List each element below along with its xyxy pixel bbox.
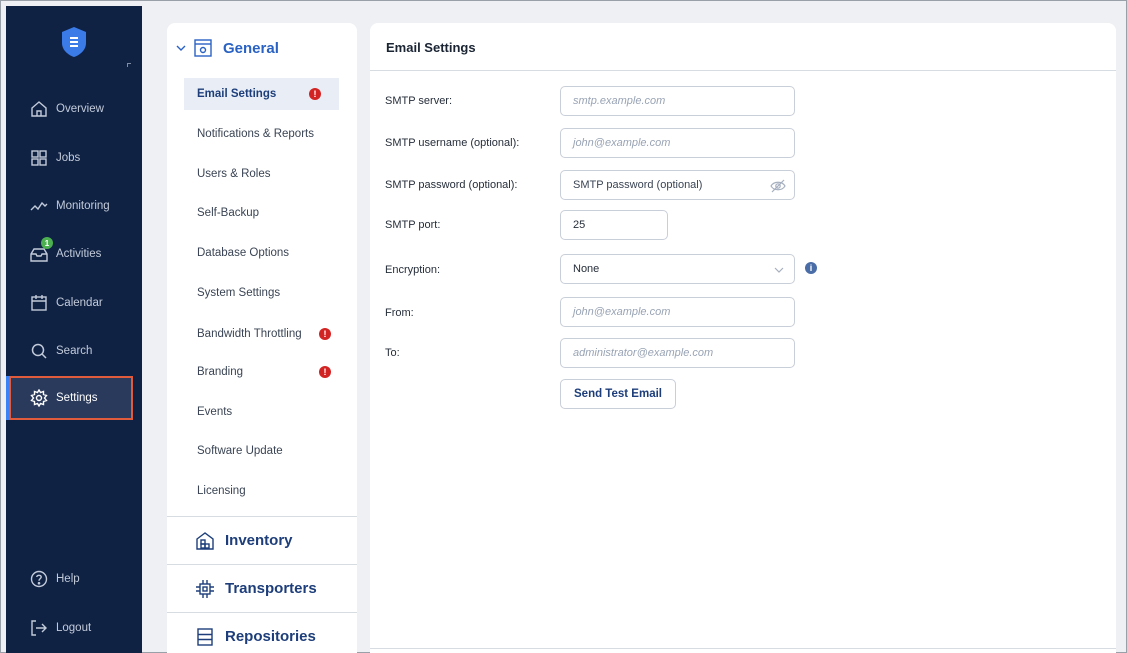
nav-item-jobs[interactable]: Jobs [6,136,142,180]
encryption-selected-value: None [573,263,600,275]
warning-icon: ! [319,366,331,378]
info-icon[interactable]: i [805,262,817,274]
submenu-group-repositories[interactable]: Repositories [167,612,357,653]
email-settings-panel: Email Settings SMTP server: smtp.example… [370,23,1116,653]
nav-item-overview[interactable]: Overview [6,87,142,131]
nav-item-monitoring[interactable]: Monitoring [6,184,142,228]
nav-item-help[interactable]: Help [6,557,142,601]
general-section-title: General [223,39,279,57]
pulse-icon [30,197,48,215]
smtp-password-input[interactable]: SMTP password (optional) [560,170,795,200]
search-icon [30,342,48,360]
nav-item-settings[interactable]: Settings [6,376,133,420]
inventory-icon [195,531,215,551]
storage-icon [195,627,215,647]
submenu-group-transporters[interactable]: Transporters [167,564,357,612]
settings-submenu: General Email Settings ! Notifications &… [167,23,357,653]
nav-item-search[interactable]: Search [6,329,142,373]
smtp-password-placeholder: SMTP password (optional) [573,179,703,191]
nav-item-label: Settings [56,392,98,404]
submenu-item-label: System Settings [197,287,281,299]
submenu-item-software-update[interactable]: Software Update [184,435,339,467]
submenu-item-label: Users & Roles [197,168,271,180]
nav-item-label: Search [56,345,93,357]
nav-item-label: Jobs [56,152,81,164]
submenu-item-licensing[interactable]: Licensing [184,475,339,507]
activities-count-badge: 1 [41,237,53,249]
warning-icon: ! [309,88,321,100]
to-label: To: [385,347,400,359]
submenu-item-label: Events [197,406,233,418]
home-icon [30,100,48,118]
encryption-label: Encryption: [385,264,441,276]
submenu-item-label: Self-Backup [197,207,260,219]
nav-item-label: Activities [56,248,102,260]
smtp-password-label: SMTP password (optional): [385,179,518,191]
nav-item-label: Help [56,573,80,585]
app-logo-icon [62,27,86,57]
smtp-server-input[interactable]: smtp.example.com [560,86,795,116]
submenu-item-label: Bandwidth Throttling [197,328,302,340]
submenu-item-label: Software Update [197,445,283,457]
nav-item-calendar[interactable]: Calendar [6,281,142,325]
submenu-group-label: Transporters [225,580,317,597]
submenu-item-system-settings[interactable]: System Settings [184,277,339,309]
chip-icon [195,579,215,599]
nav-item-label: Overview [56,103,104,115]
nav-item-label: Calendar [56,297,103,309]
smtp-port-label: SMTP port: [385,219,441,231]
calendar-icon [30,294,48,312]
nav-item-activities[interactable]: 1 Activities [6,232,142,276]
grid-icon [30,149,48,167]
divider [370,648,1116,649]
submenu-group-inventory[interactable]: Inventory [167,516,357,564]
send-test-email-button[interactable]: Send Test Email [560,379,676,409]
submenu-item-users-roles[interactable]: Users & Roles [184,158,339,190]
submenu-item-email-settings[interactable]: Email Settings ! [184,78,339,110]
submenu-item-events[interactable]: Events [184,396,339,428]
logout-icon [30,619,48,637]
nav-item-label: Monitoring [56,200,110,212]
resize-corner-icon [127,63,131,67]
page-title: Email Settings [386,40,476,55]
encryption-select[interactable]: None [560,254,795,284]
chevron-down-icon [176,45,186,51]
chevron-down-icon [774,267,784,273]
general-settings-icon [194,39,212,57]
from-input[interactable]: john@example.com [560,297,795,327]
gear-icon [30,389,48,407]
submenu-item-label: Branding [197,366,244,378]
submenu-group-label: Repositories [225,628,316,645]
submenu-item-self-backup[interactable]: Self-Backup [184,197,339,229]
nav-item-label: Logout [56,622,92,634]
main-nav: Overview Jobs Monitoring 1 Activities Ca… [6,6,142,653]
smtp-username-label: SMTP username (optional): [385,137,520,149]
submenu-item-label: Notifications & Reports [197,128,314,140]
warning-icon: ! [319,328,331,340]
help-icon [30,570,48,588]
smtp-username-input[interactable]: john@example.com [560,128,795,158]
eye-hidden-icon[interactable] [770,179,786,193]
submenu-item-bandwidth-throttling[interactable]: Bandwidth Throttling ! [184,318,339,350]
submenu-item-label: Licensing [197,485,246,497]
divider [370,70,1116,71]
to-input[interactable]: administrator@example.com [560,338,795,368]
general-section-header[interactable]: General [175,36,279,60]
submenu-item-label: Email Settings [197,88,277,100]
submenu-item-branding[interactable]: Branding ! [184,356,339,388]
submenu-item-notifications-reports[interactable]: Notifications & Reports [184,118,339,150]
submenu-group-label: Inventory [225,532,293,549]
from-label: From: [385,307,414,319]
nav-item-logout[interactable]: Logout [6,606,142,650]
submenu-item-database-options[interactable]: Database Options [184,237,339,269]
smtp-port-input[interactable]: 25 [560,210,668,240]
smtp-server-label: SMTP server: [385,95,453,107]
submenu-item-label: Database Options [197,247,290,259]
